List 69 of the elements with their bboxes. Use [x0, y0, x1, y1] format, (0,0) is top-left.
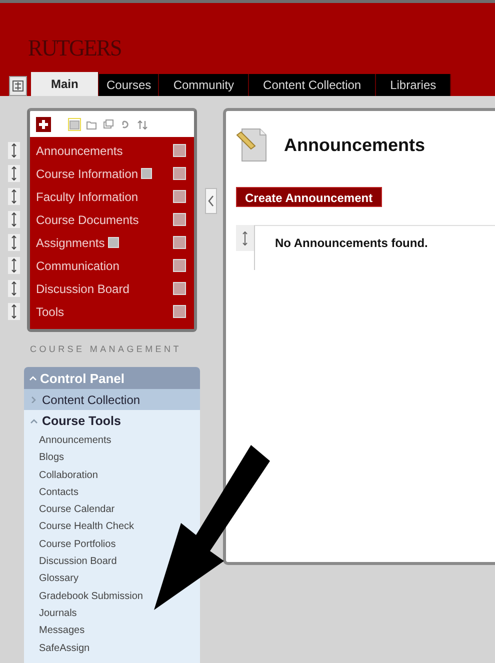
layout-icon	[12, 80, 24, 92]
course-menu-link[interactable]: Discussion Board	[36, 282, 130, 296]
nav-tab[interactable]: Community	[159, 74, 250, 96]
menu-tool-button[interactable]	[120, 118, 131, 130]
drag-handle[interactable]	[8, 142, 20, 159]
nav-tab[interactable]: Main	[31, 72, 100, 96]
drag-handle[interactable]	[8, 211, 20, 228]
panel-section-header[interactable]: Course Tools	[24, 410, 200, 432]
menu-tool-button[interactable]	[103, 118, 114, 130]
content-badge-icon	[141, 168, 152, 179]
course-menu-link[interactable]: Course Information	[36, 166, 138, 180]
drag-handle[interactable]	[8, 188, 20, 205]
content-badge-icon	[108, 237, 119, 248]
drag-handle[interactable]	[8, 280, 20, 297]
chevron-left-icon	[207, 195, 215, 207]
folder-icon	[86, 118, 97, 130]
drag-handle[interactable]	[8, 257, 20, 274]
nav-tab[interactable]: Libraries	[376, 74, 452, 96]
drag-handle[interactable]	[8, 303, 20, 320]
drag-icon	[10, 304, 18, 319]
create-announcement-button[interactable]: Create Announcement	[236, 187, 382, 207]
windows-icon	[103, 118, 114, 130]
course-tool-link[interactable]: Collaboration	[39, 470, 98, 481]
plus-icon	[38, 118, 49, 130]
drag-handle[interactable]	[8, 165, 20, 182]
section-heading: COURSE MANAGEMENT	[30, 344, 182, 354]
empty-message: No Announcements found.	[275, 236, 428, 250]
course-menu-link[interactable]: Course Documents	[36, 212, 139, 226]
course-tool-link[interactable]: Course Health Check	[39, 521, 134, 532]
panel-icon	[69, 118, 80, 130]
course-menu-link[interactable]: Announcements	[36, 144, 123, 158]
menu-tool-button[interactable]	[137, 118, 148, 130]
course-menu-link[interactable]: Faculty Information	[36, 190, 138, 204]
sort-icon	[137, 118, 148, 130]
nav-tab[interactable]: Content Collection	[249, 74, 376, 96]
drag-icon	[10, 143, 18, 158]
nav-tab[interactable]: Courses	[99, 74, 160, 96]
drag-icon	[10, 166, 18, 181]
drag-icon	[10, 235, 18, 250]
menu-tool-button[interactable]	[69, 118, 80, 130]
add-menu-item-button[interactable]	[36, 116, 51, 132]
course-tool-link[interactable]: Course Portfolios	[39, 538, 116, 550]
panel-section-header[interactable]: Content Collection	[24, 389, 200, 410]
course-tool-link[interactable]: Messages	[39, 625, 85, 636]
course-tool-link[interactable]: Course Calendar	[39, 504, 115, 516]
document-pencil-icon	[236, 127, 268, 163]
course-tool-link[interactable]: Contacts	[39, 486, 78, 498]
course-tool-link[interactable]: SafeAssign	[39, 642, 90, 654]
drag-handle[interactable]	[8, 234, 20, 251]
course-menu-link[interactable]: Tools	[36, 304, 64, 318]
course-tool-link[interactable]: Journals	[39, 608, 77, 619]
drag-icon	[10, 258, 18, 273]
collapse-menu-button[interactable]	[205, 188, 217, 214]
drag-icon	[10, 281, 18, 296]
course-tool-link[interactable]: Announcements	[39, 435, 112, 446]
course-tool-link[interactable]: Glossary	[39, 573, 78, 584]
tab-settings-button[interactable]	[9, 76, 27, 96]
course-tool-link[interactable]: Blogs	[39, 452, 64, 464]
course-tool-link[interactable]: Discussion Board	[39, 556, 117, 568]
drag-icon	[10, 189, 18, 204]
drag-icon	[10, 212, 18, 227]
course-menu-link[interactable]: Communication	[36, 258, 120, 272]
course-tool-link[interactable]: Gradebook Submission	[39, 590, 143, 602]
page-title: Announcements	[284, 134, 426, 156]
course-menu-link[interactable]: Assignments	[36, 236, 105, 250]
drag-icon	[241, 230, 249, 246]
refresh-icon	[120, 118, 131, 130]
drag-handle[interactable]	[236, 225, 254, 251]
menu-tool-button[interactable]	[86, 118, 97, 130]
